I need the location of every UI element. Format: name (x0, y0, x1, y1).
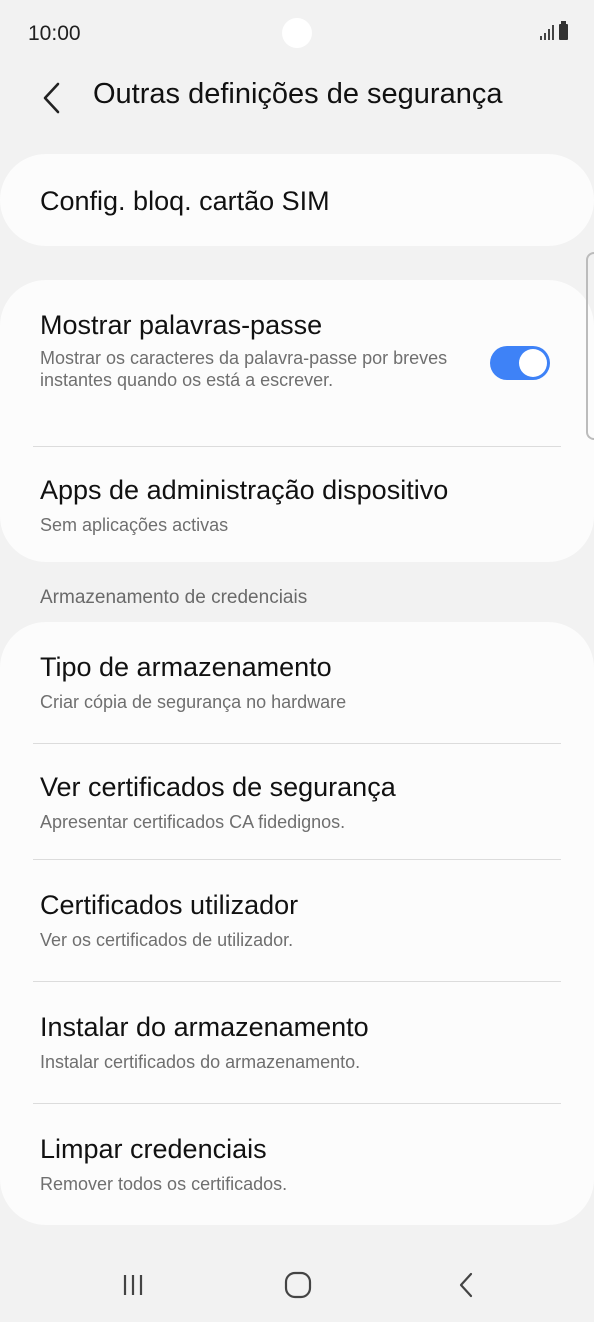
device-admin-apps-title: Apps de administração dispositivo (40, 475, 449, 505)
status-time: 10:00 (28, 22, 81, 45)
install-from-storage-subtitle: Instalar certificados do armazenamento. (40, 1052, 361, 1072)
status-icons (540, 21, 568, 40)
install-from-storage-title: Instalar do armazenamento (40, 1012, 369, 1042)
app-header: Outras definições de segurança (0, 68, 594, 128)
home-icon (284, 1271, 312, 1299)
device-admin-apps-subtitle: Sem aplicações activas (40, 515, 229, 535)
security-options-card: Mostrar palavras-passe Mostrar os caract… (0, 280, 594, 562)
credential-storage-section-label: Armazenamento de credenciais (40, 587, 308, 608)
clear-credentials-title: Limpar credenciais (40, 1134, 267, 1164)
recent-apps-icon (123, 1275, 143, 1295)
storage-type-title: Tipo de armazenamento (40, 652, 332, 682)
device-admin-apps-item[interactable]: Apps de administração dispositivo Sem ap… (40, 475, 554, 536)
battery-icon (559, 21, 568, 40)
clear-credentials-subtitle: Remover todos os certificados. (40, 1174, 288, 1194)
credential-storage-card: Tipo de armazenamento Criar cópia de seg… (0, 622, 594, 1225)
install-from-storage-item[interactable]: Instalar do armazenamento Instalar certi… (40, 1012, 554, 1073)
view-security-certificates-title: Ver certificados de segurança (40, 772, 396, 802)
scroll-indicator[interactable] (586, 252, 594, 440)
show-passwords-title: Mostrar palavras-passe (40, 310, 323, 340)
storage-type-subtitle: Criar cópia de segurança no hardware (40, 692, 347, 712)
back-nav-button[interactable] (438, 1263, 494, 1307)
recent-apps-button[interactable] (105, 1263, 161, 1307)
show-passwords-subtitle: Mostrar os caracteres da palavra-passe p… (40, 348, 448, 390)
back-button[interactable] (32, 74, 72, 122)
camera-cutout (282, 18, 312, 48)
page-title: Outras definições de segurança (93, 78, 503, 110)
clear-credentials-item[interactable]: Limpar credenciais Remover todos os cert… (40, 1134, 554, 1195)
user-certificates-item[interactable]: Certificados utilizador Ver os certifica… (40, 890, 554, 951)
user-certificates-title: Certificados utilizador (40, 890, 299, 920)
home-button[interactable] (270, 1263, 326, 1307)
divider (33, 446, 561, 447)
show-passwords-toggle[interactable] (490, 346, 550, 380)
divider (33, 743, 561, 744)
signal-icon (540, 24, 554, 40)
view-security-certificates-subtitle: Apresentar certificados CA fidedignos. (40, 812, 346, 832)
back-icon (459, 1272, 473, 1298)
divider (33, 981, 561, 982)
show-passwords-item[interactable]: Mostrar palavras-passe Mostrar os caract… (40, 310, 464, 391)
view-security-certificates-item[interactable]: Ver certificados de segurança Apresentar… (40, 772, 554, 833)
sim-card-lock-title: Config. bloq. cartão SIM (40, 186, 330, 216)
divider (33, 1103, 561, 1104)
navigation-bar (0, 1255, 594, 1315)
storage-type-item[interactable]: Tipo de armazenamento Criar cópia de seg… (40, 652, 554, 713)
divider (33, 859, 561, 860)
chevron-left-icon (43, 82, 60, 114)
sim-card-lock-card[interactable]: Config. bloq. cartão SIM (0, 154, 594, 246)
status-bar: 10:00 (0, 0, 594, 68)
toggle-knob (519, 349, 547, 377)
sim-card-lock-item[interactable]: Config. bloq. cartão SIM (40, 186, 554, 217)
user-certificates-subtitle: Ver os certificados de utilizador. (40, 930, 294, 950)
